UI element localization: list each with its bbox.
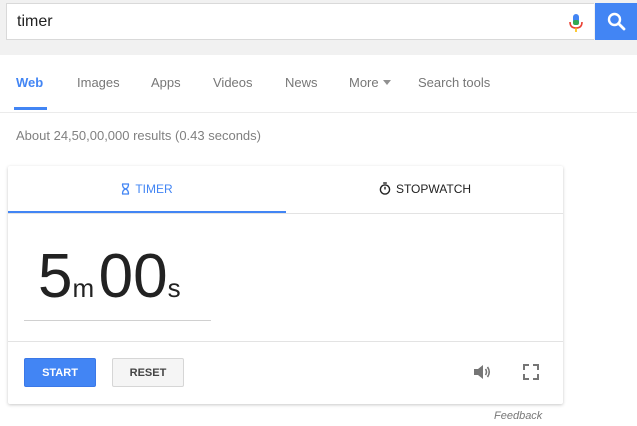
feedback-link[interactable]: Feedback: [494, 410, 542, 422]
nav-more-label: More: [349, 75, 379, 90]
nav-item-videos[interactable]: Videos: [213, 75, 253, 111]
nav-item-search-tools[interactable]: Search tools: [418, 75, 490, 111]
search-header: [0, 0, 637, 55]
hourglass-icon: [122, 183, 130, 195]
search-input[interactable]: [17, 4, 557, 39]
nav-item-more[interactable]: More: [349, 75, 391, 111]
tab-stopwatch[interactable]: STOPWATCH: [286, 166, 564, 213]
nav-item-web[interactable]: Web: [16, 75, 43, 111]
active-nav-indicator: [14, 107, 47, 110]
search-icon: [607, 12, 626, 31]
page: Web Images Apps Videos News More Search …: [0, 0, 637, 426]
timer-minutes-unit: m: [72, 273, 95, 303]
nav-item-apps[interactable]: Apps: [151, 75, 181, 111]
reset-button[interactable]: RESET: [112, 358, 184, 387]
caret-down-icon: [382, 80, 391, 85]
timer-minutes: 5: [38, 242, 73, 311]
card-divider: [8, 341, 563, 342]
nav-item-images[interactable]: Images: [77, 75, 120, 111]
timer-display[interactable]: 5m 00s: [38, 246, 181, 308]
timer-input-underline: [24, 320, 211, 321]
active-tab-indicator: [8, 211, 286, 213]
timer-seconds: 00: [98, 242, 168, 311]
fullscreen-icon[interactable]: [520, 361, 542, 383]
tab-timer[interactable]: TIMER: [8, 166, 286, 213]
timer-card: TIMER STOPWATCH 5m 00s START RESET: [8, 166, 563, 404]
search-button[interactable]: [595, 3, 637, 40]
start-button[interactable]: START: [24, 358, 96, 387]
timer-tabs: TIMER STOPWATCH: [8, 166, 563, 214]
tab-stopwatch-label: STOPWATCH: [395, 182, 472, 196]
search-box[interactable]: [6, 3, 594, 40]
nav-item-news[interactable]: News: [285, 75, 318, 111]
result-stats: About 24,50,00,000 results (0.43 seconds…: [16, 128, 261, 143]
stopwatch-icon: [379, 182, 391, 195]
tab-timer-label: TIMER: [135, 182, 173, 196]
search-nav: Web Images Apps Videos News More Search …: [0, 55, 637, 113]
microphone-icon[interactable]: [567, 13, 585, 33]
speaker-icon[interactable]: [471, 361, 493, 383]
timer-seconds-unit: s: [167, 273, 181, 303]
